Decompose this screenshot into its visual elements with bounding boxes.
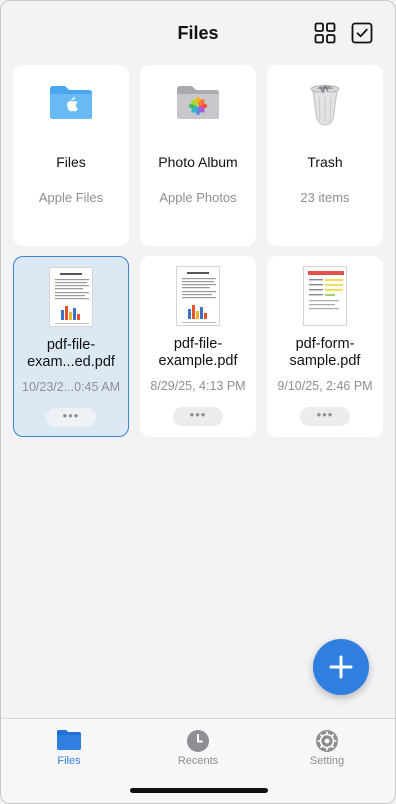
- select-button[interactable]: [351, 22, 373, 44]
- folder-card-files[interactable]: Files Apple Files: [13, 65, 129, 246]
- pdf-thumbnail: [49, 267, 93, 327]
- grid-icon: [314, 22, 336, 44]
- file-card-pdf-form-sample[interactable]: pdf-form- sample.pdf 9/10/25, 2:46 PM ••…: [267, 256, 383, 437]
- tab-recents[interactable]: Recents: [148, 727, 248, 773]
- tab-label: Files: [57, 755, 81, 767]
- grid-view-button[interactable]: [314, 22, 336, 44]
- folder-name: Files: [56, 154, 86, 170]
- tab-label: Recents: [177, 755, 219, 767]
- gray-folder-photos-icon: [175, 83, 221, 126]
- more-options-button[interactable]: •••: [300, 407, 350, 426]
- blue-folder-apple-icon: [48, 83, 94, 126]
- add-button[interactable]: [313, 639, 369, 695]
- clock-icon: [186, 729, 210, 758]
- file-date: 8/29/25, 4:13 PM: [150, 379, 246, 393]
- home-indicator[interactable]: [130, 788, 268, 793]
- folder-icon: [56, 729, 82, 756]
- more-options-button[interactable]: •••: [46, 408, 96, 427]
- file-name-line: pdf-file-: [46, 337, 96, 353]
- gear-icon: [315, 729, 339, 758]
- file-name-line: sample.pdf: [289, 353, 361, 369]
- tab-label: Setting: [309, 755, 345, 767]
- folder-subtitle: 23 items: [300, 190, 350, 205]
- pdf-thumbnail: [176, 266, 220, 326]
- file-date: 10/23/2...0:45 AM: [22, 380, 120, 394]
- tab-files[interactable]: Files: [19, 727, 119, 773]
- folder-subtitle: Apple Photos: [159, 190, 237, 205]
- file-name: pdf-file- exam...ed.pdf: [18, 337, 124, 371]
- file-name: pdf-file- example.pdf: [144, 336, 252, 370]
- file-name-line: example.pdf: [158, 353, 238, 369]
- file-name-line: pdf-form-: [295, 336, 355, 352]
- file-grid: Files Apple Files Photo Album Apple Phot…: [13, 65, 385, 437]
- folder-card-photo-album[interactable]: Photo Album Apple Photos: [140, 65, 256, 246]
- folder-subtitle: Apple Files: [38, 190, 104, 205]
- tab-setting[interactable]: Setting: [277, 727, 377, 773]
- folder-name: Photo Album: [158, 154, 238, 170]
- pdf-thumbnail: [303, 266, 347, 326]
- folder-card-trash[interactable]: Trash 23 items: [267, 65, 383, 246]
- more-options-button[interactable]: •••: [173, 407, 223, 426]
- plus-icon: [329, 655, 353, 679]
- file-date: 9/10/25, 2:46 PM: [277, 379, 373, 393]
- file-name: pdf-form- sample.pdf: [271, 336, 379, 370]
- checkbox-icon: [351, 22, 373, 44]
- file-card-pdf-file-example[interactable]: pdf-file- example.pdf 8/29/25, 4:13 PM •…: [140, 256, 256, 437]
- app-screen: Files Files Apple Files Photo Album Appl…: [0, 0, 396, 804]
- file-name-line: pdf-file-: [173, 336, 223, 352]
- file-name-line: exam...ed.pdf: [27, 354, 115, 370]
- file-card-pdf-file-exam-ed[interactable]: pdf-file- exam...ed.pdf 10/23/2...0:45 A…: [13, 256, 129, 437]
- trash-can-icon: [307, 83, 343, 134]
- header: Files: [1, 1, 395, 63]
- folder-name: Trash: [307, 154, 343, 170]
